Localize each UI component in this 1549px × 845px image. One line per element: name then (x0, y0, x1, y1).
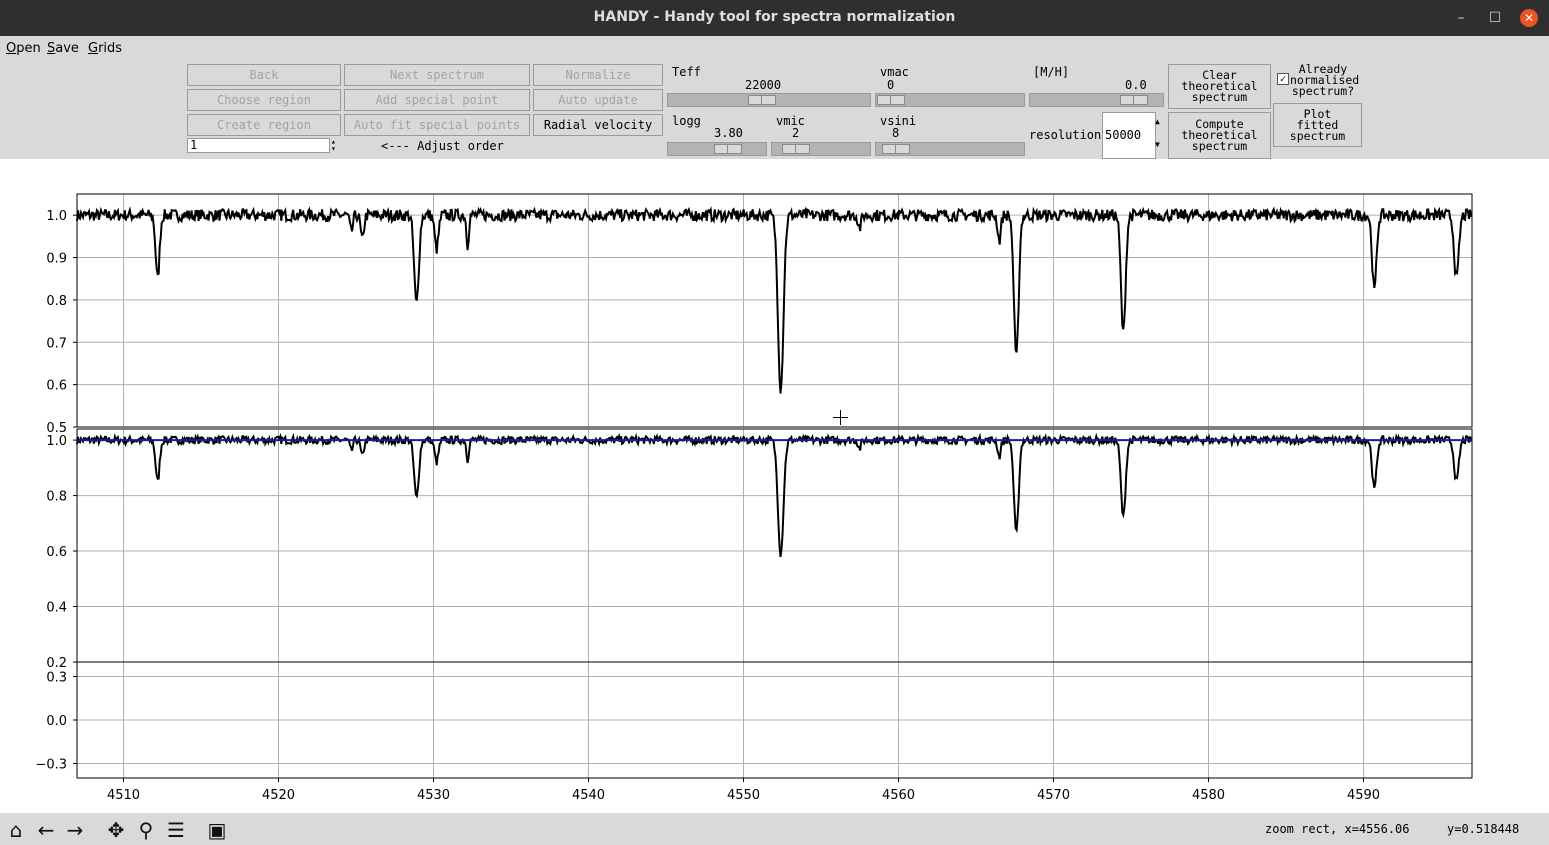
maximize-icon[interactable]: ☐ (1486, 9, 1504, 27)
vmic-slider-handle[interactable] (782, 144, 810, 154)
order-spinbox-arrows-icon[interactable]: ▴ ▾ (331, 138, 336, 153)
auto-fit-special-points-button[interactable]: Auto fit special points (344, 114, 530, 136)
y-tick-label: 0.2 (46, 656, 67, 671)
y-tick-label: 0.3 (46, 671, 67, 686)
x-tick-label: 4530 (417, 788, 450, 803)
vmic-label: vmic (776, 114, 805, 128)
auto-update-button[interactable]: Auto update (533, 89, 663, 111)
control-panel: Back Next spectrum Normalize Choose regi… (0, 61, 1549, 159)
plot-fitted-spectrum-button[interactable]: Plot fitted spectrum (1273, 103, 1362, 147)
metallicity-label: [M/H] (1033, 65, 1070, 79)
teff-slider-handle[interactable] (748, 95, 776, 105)
x-tick-label: 4510 (107, 788, 140, 803)
order-spinbox-input[interactable]: 1 (187, 138, 330, 153)
y-tick-label: 0.8 (46, 294, 67, 309)
vmac-slider-handle[interactable] (877, 95, 905, 105)
x-tick-label: 4580 (1192, 788, 1225, 803)
logg-slider-handle[interactable] (714, 144, 742, 154)
back-arrow-icon[interactable]: ← (34, 818, 58, 842)
menu-save[interactable]: Save (47, 41, 79, 56)
vmac-label: vmac (880, 65, 909, 79)
status-coordinates: zoom rect, x=4556.06 (1265, 822, 1410, 836)
minimize-icon[interactable]: – (1452, 9, 1470, 27)
radial-velocity-button[interactable]: Radial velocity (533, 114, 663, 136)
y-tick-label: 0.6 (46, 545, 67, 560)
menu-open[interactable]: Open (6, 41, 41, 56)
vmic-value: 2 (792, 126, 800, 140)
resolution-down-icon[interactable]: ▼ (1155, 140, 1160, 149)
forward-arrow-icon[interactable]: → (63, 818, 87, 842)
y-tick-label: 0.8 (46, 490, 67, 505)
y-tick-label: 1.0 (46, 434, 67, 449)
already-normalised-label: Already normalised spectrum? (1290, 62, 1360, 98)
vsini-slider-handle[interactable] (882, 144, 910, 154)
vmic-slider[interactable] (771, 142, 871, 156)
zoom-icon[interactable]: ⚲ (134, 818, 158, 842)
metallicity-slider-handle[interactable] (1120, 95, 1148, 105)
navigation-toolbar: ⌂ ← → ✥ ⚲ ☰ ▣ zoom rect, x=4556.06 y=0.5… (0, 813, 1549, 845)
metallicity-slider[interactable] (1029, 93, 1164, 107)
pan-icon[interactable]: ✥ (104, 818, 128, 842)
logg-label: logg (672, 114, 701, 128)
configure-subplots-icon[interactable]: ☰ (164, 818, 188, 842)
crosshair-cursor-icon (833, 410, 848, 425)
x-tick-label: 4570 (1037, 788, 1070, 803)
logg-slider[interactable] (667, 142, 767, 156)
spectrum-line (76, 205, 1473, 394)
already-normalised-checkbox[interactable]: ✓ (1277, 73, 1289, 85)
vsini-slider[interactable] (875, 142, 1025, 156)
vsini-value: 8 (892, 126, 900, 140)
teff-slider[interactable] (667, 93, 871, 107)
vmac-slider[interactable] (875, 93, 1025, 107)
x-tick-label: 4560 (882, 788, 915, 803)
menu-bar: Open Save Grids (0, 36, 1549, 61)
resolution-input[interactable]: 50000 (1102, 112, 1156, 159)
teff-value: 22000 (745, 78, 782, 92)
spectrum-plot[interactable]: 0.50.60.70.80.91.00.20.40.60.81.0−0.30.0… (0, 159, 1549, 813)
vmac-value: 0 (887, 78, 895, 92)
x-tick-label: 4590 (1347, 788, 1380, 803)
x-tick-label: 4520 (262, 788, 295, 803)
y-tick-label: 1.0 (46, 209, 67, 224)
home-icon[interactable]: ⌂ (4, 818, 28, 842)
y-tick-label: 0.4 (46, 601, 67, 616)
clear-theoretical-spectrum-button[interactable]: Clear theoretical spectrum (1168, 64, 1271, 109)
y-tick-label: 0.9 (46, 252, 67, 267)
axes-frame (76, 428, 1473, 663)
y-tick-label: 0.6 (46, 379, 67, 394)
adjust-order-label: <--- Adjust order (381, 139, 504, 153)
add-special-point-button[interactable]: Add special point (344, 89, 530, 111)
teff-label: Teff (672, 65, 701, 79)
y-tick-label: 0.0 (46, 714, 67, 729)
logg-value: 3.80 (714, 126, 743, 140)
x-tick-label: 4540 (572, 788, 605, 803)
metallicity-value: 0.0 (1125, 78, 1147, 92)
window-title: HANDY - Handy tool for spectra normaliza… (593, 9, 956, 25)
figure-canvas[interactable]: 0.5 0.6 0.7 0.8 0.9 1.0 0.2 0.4 0.6 0.8 1.0 −0.3 0.0… (0, 159, 1549, 813)
compute-theoretical-spectrum-button[interactable]: Compute theoretical spectrum (1168, 112, 1271, 159)
resolution-up-icon[interactable]: ▲ (1155, 117, 1160, 126)
save-figure-icon[interactable]: ▣ (205, 818, 229, 842)
next-spectrum-button[interactable]: Next spectrum (344, 64, 530, 86)
choose-region-button[interactable]: Choose region (187, 89, 341, 111)
window-titlebar: HANDY - Handy tool for spectra normaliza… (0, 0, 1549, 36)
close-icon[interactable]: ✕ (1520, 9, 1538, 27)
spectrum-line (76, 432, 1473, 558)
y-tick-label: −0.3 (35, 758, 67, 773)
create-region-button[interactable]: Create region (187, 114, 341, 136)
resolution-label: resolution (1029, 128, 1102, 142)
y-tick-label: 0.7 (46, 336, 67, 351)
x-tick-label: 4550 (727, 788, 760, 803)
status-y-value: y=0.518448 (1447, 822, 1520, 836)
menu-grids[interactable]: Grids (88, 41, 122, 56)
back-button[interactable]: Back (187, 64, 341, 86)
normalize-button[interactable]: Normalize (533, 64, 663, 86)
